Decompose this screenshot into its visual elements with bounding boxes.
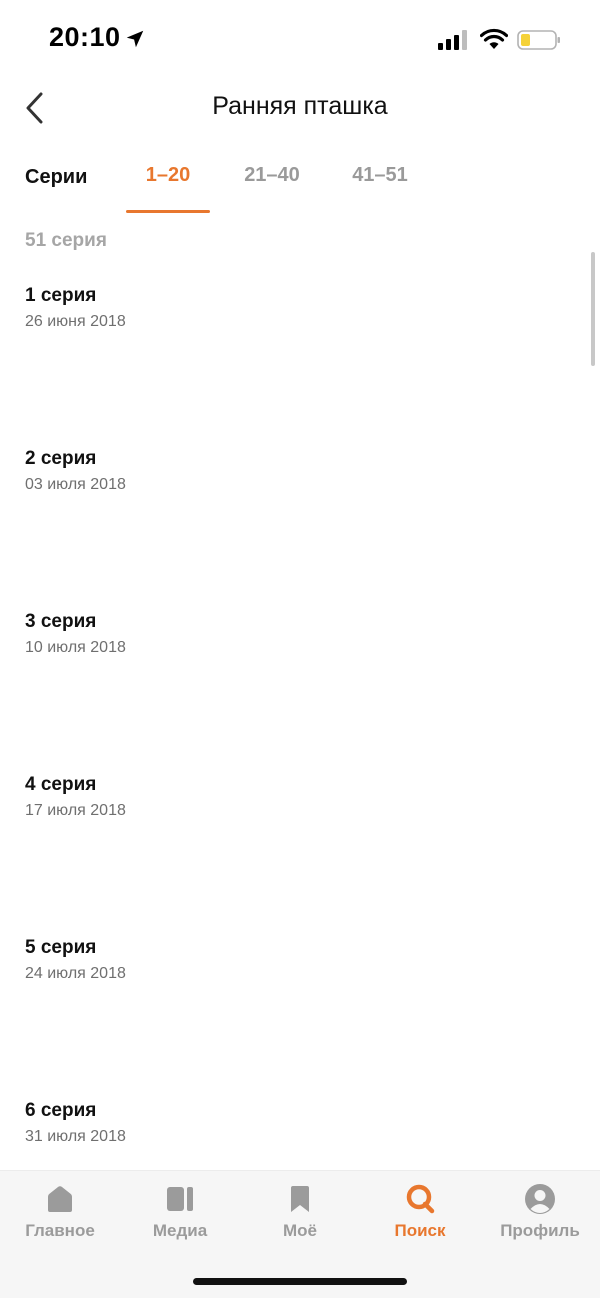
home-indicator[interactable] (193, 1278, 407, 1285)
tab-41-51[interactable]: 41–51 (340, 164, 420, 187)
episode-item[interactable]: 2 серия 03 июля 2018 (25, 447, 565, 567)
episode-title: 6 серия (25, 1100, 97, 1121)
wifi-icon (480, 28, 508, 49)
episode-item[interactable]: 5 серия 24 июля 2018 (25, 936, 565, 1056)
battery-icon (517, 30, 560, 50)
episode-item[interactable]: 1 серия 26 июня 2018 (25, 284, 565, 404)
nav-item-mine[interactable]: Моё (240, 1181, 360, 1247)
episode-title: 1 серия (25, 285, 97, 306)
episode-item[interactable]: 3 серия 10 июля 2018 (25, 610, 565, 730)
cellular-signal-icon (438, 30, 467, 50)
bookmark-icon (291, 1186, 309, 1212)
page-title: Ранняя пташка (212, 92, 388, 120)
nav-label: Моё (283, 1221, 317, 1240)
nav-label: Медиа (152, 1221, 208, 1240)
episode-item[interactable]: 4 серия 17 июля 2018 (25, 773, 565, 893)
nav-item-media[interactable]: Медиа (120, 1181, 240, 1247)
episode-title: 5 серия (25, 937, 97, 958)
search-icon (406, 1184, 435, 1214)
nav-item-search[interactable]: Поиск (360, 1181, 480, 1247)
nav-item-home[interactable]: Главное (0, 1181, 120, 1247)
tabs-label: Серии (25, 166, 88, 188)
nav-label: Главное (25, 1221, 95, 1240)
profile-icon (525, 1184, 555, 1214)
episode-date: 31 июля 2018 (25, 1128, 126, 1145)
episode-title: 2 серия (25, 448, 97, 469)
bottom-nav: Главное Медиа Моё Поиск Профиль (0, 1170, 600, 1298)
episode-date: 24 июля 2018 (25, 965, 126, 982)
location-arrow-icon (126, 30, 144, 48)
episode-date: 26 июня 2018 (25, 313, 126, 330)
home-icon (48, 1186, 72, 1212)
status-bar: 20:10 (0, 0, 600, 80)
nav-label: Поиск (394, 1221, 446, 1240)
active-tab-indicator (126, 210, 210, 213)
episode-date: 10 июля 2018 (25, 639, 126, 656)
status-time: 20:10 (49, 22, 121, 52)
episode-title: 4 серия (25, 774, 97, 795)
scrollbar[interactable] (591, 252, 595, 366)
tab-21-40[interactable]: 21–40 (232, 164, 312, 187)
nav-label: Профиль (500, 1221, 580, 1240)
episode-date: 03 июля 2018 (25, 476, 126, 493)
episode-date: 17 июля 2018 (25, 802, 126, 819)
episode-count: 51 серия (25, 230, 107, 251)
media-icon (167, 1187, 193, 1211)
nav-item-profile[interactable]: Профиль (480, 1181, 600, 1247)
tab-1-20[interactable]: 1–20 (126, 164, 210, 187)
episode-title: 3 серия (25, 611, 97, 632)
